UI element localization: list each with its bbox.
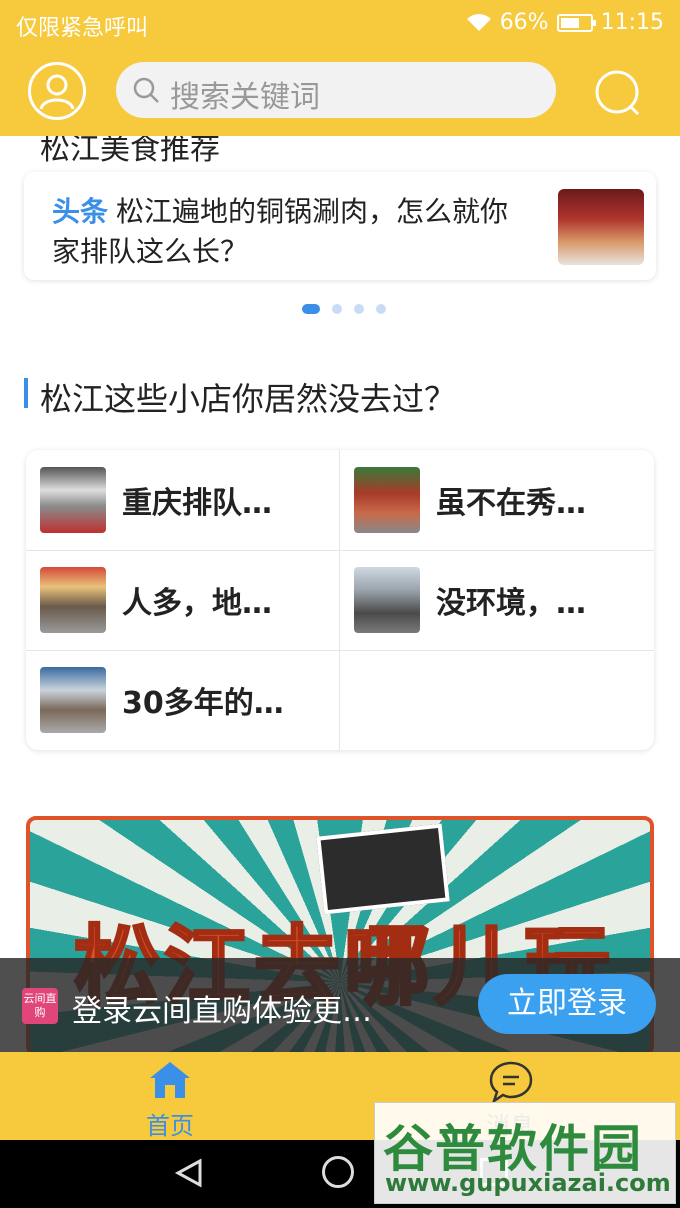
app-logo: 云间直购 [22, 988, 58, 1024]
shop-thumbnail [40, 667, 106, 733]
wifi-icon [466, 13, 491, 31]
shop-item[interactable]: 没环境，… [340, 550, 654, 650]
carousel-dot [302, 304, 320, 314]
login-button[interactable]: 立即登录 [478, 974, 656, 1034]
shop-name: 虽不在秀… [436, 486, 586, 521]
shop-name: 人多，地… [122, 586, 272, 621]
shop-grid: 重庆排队… 虽不在秀… 人多，地… 没环境，… 30多年的… [26, 450, 654, 750]
shops-section-title: 松江这些小店你居然没去过？ [40, 380, 457, 418]
shop-item[interactable]: 重庆排队… [26, 450, 340, 550]
search-input[interactable]: 搜索关键词 [116, 62, 556, 118]
carousel-dot [354, 304, 364, 314]
shop-name: 没环境，… [436, 586, 586, 621]
battery-icon [556, 13, 596, 32]
status-indicators: 66% 11:15 [466, 10, 664, 35]
search-icon [133, 77, 159, 103]
user-icon [39, 74, 75, 110]
chat-icon [489, 1061, 533, 1104]
shop-thumbnail [40, 567, 106, 633]
carousel-dot [376, 304, 386, 314]
carrier-text: 仅限紧急呼叫 [16, 16, 149, 41]
shop-item[interactable]: 30多年的… [26, 650, 340, 750]
shop-item[interactable]: 人多，地… [26, 550, 340, 650]
headline-tag: 头条 [52, 195, 109, 228]
login-prompt-bar: 云间直购 登录云间直购体验更… 立即登录 [0, 958, 680, 1052]
status-bar: 仅限紧急呼叫 66% 11:15 [0, 0, 680, 48]
section-accent-bar [24, 378, 28, 408]
tab-home[interactable]: 首页 [0, 1052, 340, 1140]
shop-name: 30多年的… [122, 686, 284, 721]
carousel-dot [332, 304, 342, 314]
shop-thumbnail [40, 467, 106, 533]
headline-card[interactable]: 头条 松江遍地的铜锅涮肉，怎么就你家排队这么长？ [24, 172, 656, 280]
login-prompt-text: 登录云间直购体验更… [72, 994, 372, 1029]
chat-bubble-icon[interactable] [592, 68, 642, 118]
clock: 11:15 [600, 10, 664, 35]
home-icon [150, 1062, 190, 1098]
search-placeholder: 搜索关键词 [170, 80, 320, 115]
shop-thumbnail [354, 467, 420, 533]
carousel-indicator [302, 304, 386, 314]
headline-thumbnail [558, 189, 644, 265]
shop-name: 重庆排队… [122, 486, 272, 521]
back-icon[interactable] [174, 1158, 204, 1188]
tab-label: 首页 [146, 1112, 194, 1140]
profile-avatar-button[interactable] [28, 62, 86, 120]
battery-percent: 66% [499, 10, 549, 35]
app-header: 仅限紧急呼叫 66% 11:15 搜索关键词 [0, 0, 680, 136]
headline-text: 松江遍地的铜锅涮肉，怎么就你家排队这么长？ [52, 195, 509, 268]
watermark: 谷普软件园 www.gupuxiazai.com [374, 1102, 676, 1204]
shop-thumbnail [354, 567, 420, 633]
watermark-url: www.gupuxiazai.com [385, 1169, 671, 1197]
home-nav-icon[interactable] [322, 1156, 354, 1188]
shop-item[interactable]: 虽不在秀… [340, 450, 654, 550]
headline-text-block: 头条 松江遍地的铜锅涮肉，怎么就你家排队这么长？ [52, 192, 532, 272]
